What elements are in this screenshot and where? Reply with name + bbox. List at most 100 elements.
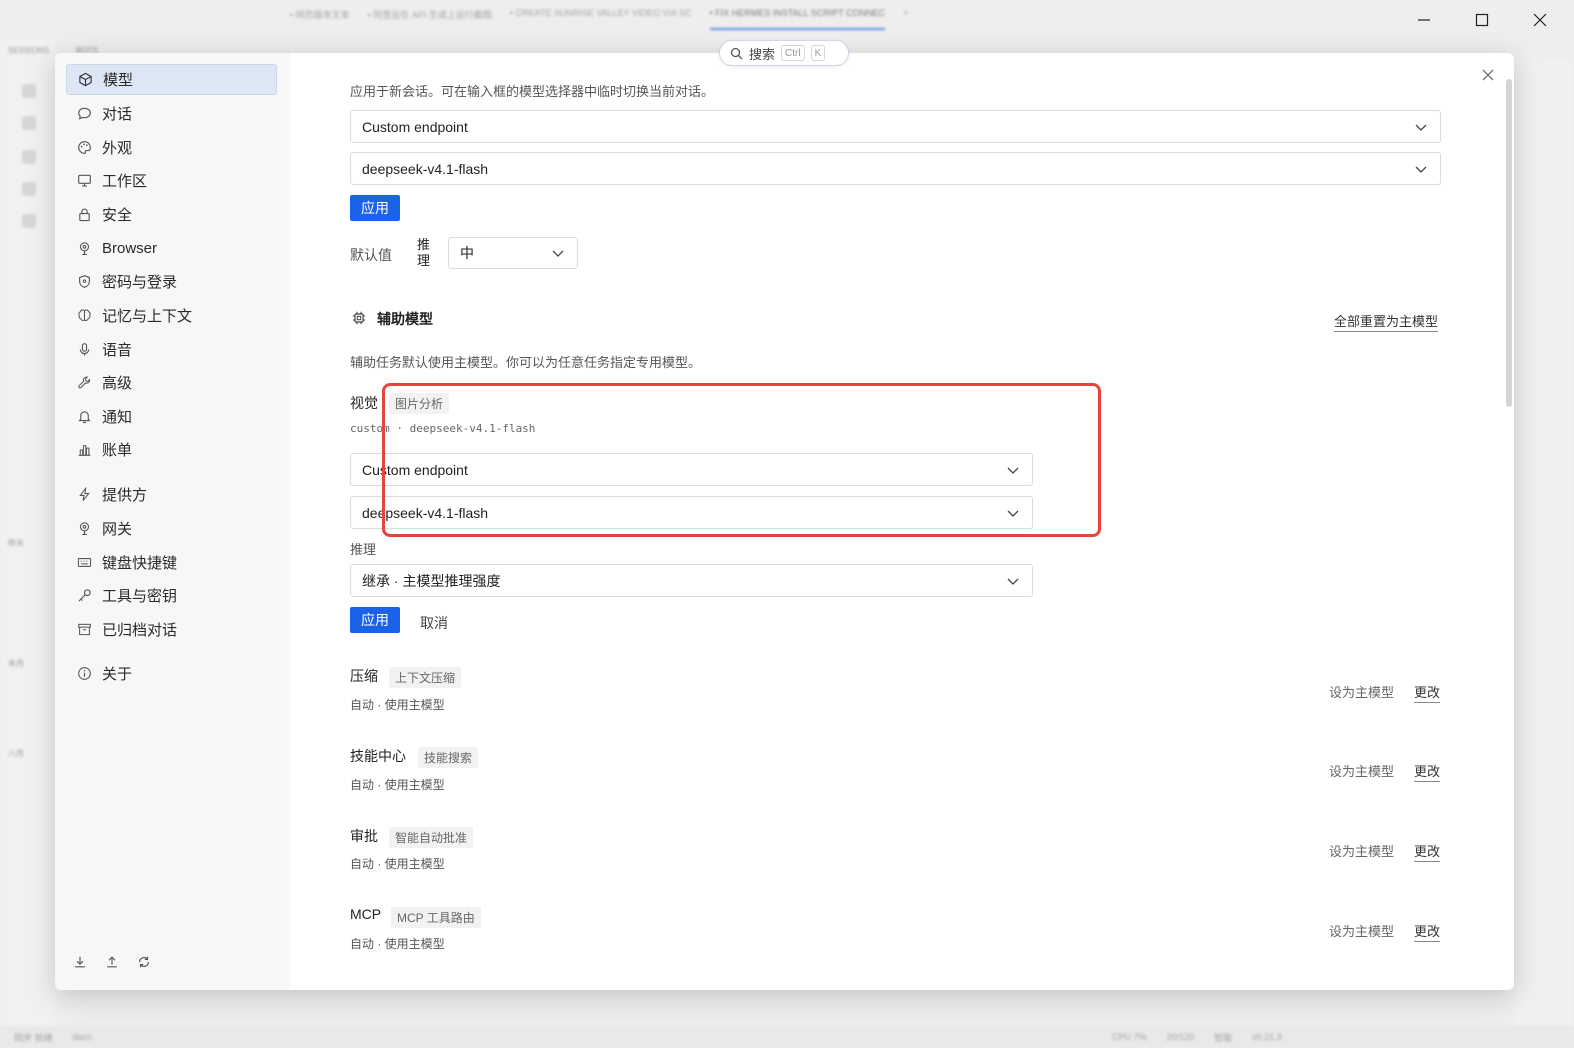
nav-item-tools-keys[interactable]: 工具与密钥: [66, 580, 277, 611]
set-main-model-button[interactable]: 设为主模型: [1329, 921, 1394, 940]
select-value: 中: [460, 245, 474, 261]
task-tag: MCP 工具路由: [391, 907, 481, 928]
set-main-model-button[interactable]: 设为主模型: [1329, 761, 1394, 780]
nav-item-advanced[interactable]: 高级: [66, 367, 277, 398]
bg-status: 20/120: [1166, 1032, 1195, 1042]
microphone-icon: [76, 342, 92, 358]
upload-icon[interactable]: [104, 954, 120, 970]
vision-cancel-button[interactable]: 取消: [420, 613, 448, 633]
nav-item-notifications[interactable]: 通知: [66, 401, 277, 432]
task-title-compression: 压缩: [350, 668, 378, 684]
search-bar[interactable]: 搜索 Ctrl K: [719, 40, 849, 66]
task-title-mcp: MCP: [350, 906, 382, 922]
apply-button[interactable]: 应用: [350, 195, 400, 221]
nav-item-model[interactable]: 模型: [66, 64, 277, 95]
nav-item-about[interactable]: 关于: [66, 658, 277, 689]
nav-item-password-login[interactable]: 密码与登录: [66, 266, 277, 297]
task-status: 自动 · 使用主模型: [350, 698, 445, 712]
task-status: 自动 · 使用主模型: [350, 937, 445, 951]
nav-item-label: 工具与密钥: [102, 588, 178, 605]
nav-item-label: 对话: [102, 106, 133, 123]
bg-tab-active[interactable]: • FIX HERMES INSTALL SCRIPT CONNEC: [709, 8, 886, 30]
bg-status: 智能: [1214, 1032, 1233, 1043]
bg-status: v0.21.3: [1252, 1032, 1282, 1042]
nav-item-keyboard-shortcuts[interactable]: 键盘快捷键: [66, 547, 277, 578]
change-button[interactable]: 更改: [1414, 682, 1441, 703]
reset-all-button[interactable]: 全部重置为主模型: [1334, 311, 1439, 332]
main-model-intro: 应用于新会话。可在输入框的模型选择器中临时切换当前对话。: [350, 84, 715, 99]
bg-status: dacn: [72, 1032, 93, 1042]
window-controls: [1412, 8, 1552, 32]
nav-item-gateway[interactable]: 网关: [66, 513, 277, 544]
cube-icon: [77, 72, 93, 88]
keyboard-icon: [76, 555, 92, 571]
nav-item-label: 密码与登录: [102, 274, 178, 291]
settings-nav: 模型 对话 外观 工作区 安全 Browser 密码与登录 记忆与上下文 语音 …: [55, 53, 290, 990]
refresh-icon[interactable]: [136, 954, 152, 970]
set-main-model-button[interactable]: 设为主模型: [1329, 682, 1394, 701]
bg-new-tab[interactable]: +: [903, 8, 908, 30]
change-button[interactable]: 更改: [1414, 761, 1441, 782]
nav-item-security[interactable]: 安全: [66, 199, 277, 230]
reasoning-select[interactable]: 中: [448, 237, 578, 269]
info-icon: [76, 666, 92, 682]
nav-item-label: 语音: [102, 342, 133, 359]
nav-item-voice[interactable]: 语音: [66, 334, 277, 365]
main-model-select[interactable]: deepseek-v4.1-flash: [350, 152, 1441, 185]
window-close-icon[interactable]: [1528, 8, 1552, 32]
settings-content: 应用于新会话。可在输入框的模型选择器中临时切换当前对话。 Custom endp…: [290, 53, 1514, 990]
settings-modal: 模型 对话 外观 工作区 安全 Browser 密码与登录 记忆与上下文 语音 …: [55, 53, 1514, 990]
task-title-skills: 技能中心: [350, 748, 406, 764]
download-icon[interactable]: [72, 954, 88, 970]
change-button[interactable]: 更改: [1414, 841, 1441, 862]
task-tag: 智能自动批准: [389, 827, 474, 848]
vision-reasoning-select[interactable]: 继承 · 主模型推理强度: [350, 564, 1033, 597]
palette-icon: [76, 140, 92, 156]
shortcut-key-ctrl: Ctrl: [781, 45, 805, 61]
nav-item-label: 外观: [102, 140, 133, 157]
set-main-model-button[interactable]: 设为主模型: [1329, 841, 1394, 860]
bar-chart-icon: [76, 442, 92, 458]
select-value: 继承 · 主模型推理强度: [362, 572, 501, 589]
task-title-approval: 审批: [350, 828, 378, 844]
nav-item-label: 安全: [102, 207, 133, 224]
vision-apply-button[interactable]: 应用: [350, 607, 400, 633]
bg-tab[interactable]: • 阿里云在 API 生成上运行截图: [368, 8, 492, 30]
nav-item-archived-chats[interactable]: 已归档对话: [66, 614, 277, 645]
maximize-icon[interactable]: [1470, 8, 1494, 32]
lightning-icon: [76, 487, 92, 503]
nav-item-providers[interactable]: 提供方: [66, 479, 277, 510]
globe-pin-icon: [76, 241, 92, 257]
search-label: 搜索: [749, 46, 776, 62]
nav-item-label: 已归档对话: [102, 622, 178, 639]
bg-tab[interactable]: • 网页版本文本: [290, 8, 350, 30]
scrollbar[interactable]: [1506, 79, 1512, 407]
main-provider-select[interactable]: Custom endpoint: [350, 110, 1441, 143]
nav-item-billing[interactable]: 账单: [66, 434, 277, 465]
minimize-icon[interactable]: [1412, 8, 1436, 32]
aux-models-title: 辅助模型: [377, 311, 433, 327]
nav-item-appearance[interactable]: 外观: [66, 132, 277, 163]
bg-tab[interactable]: • CREATE SUNRISE VALLEY VIDEO VIA SC: [510, 8, 692, 30]
brain-icon: [76, 308, 92, 324]
chip-icon: [351, 310, 367, 326]
nav-item-label: 工作区: [102, 173, 148, 190]
nav-item-chat[interactable]: 对话: [66, 98, 277, 129]
nav-item-browser[interactable]: Browser: [66, 233, 277, 264]
bg-label: 本月: [8, 659, 24, 668]
gateway-icon: [76, 521, 92, 537]
close-icon[interactable]: [1480, 67, 1496, 83]
archive-icon: [76, 622, 92, 638]
change-button[interactable]: 更改: [1414, 921, 1441, 942]
bg-status: CPU 7%: [1112, 1032, 1147, 1042]
task-status: 自动 · 使用主模型: [350, 857, 445, 871]
nav-item-label: Browser: [102, 240, 158, 257]
select-value: deepseek-v4.1-flash: [362, 160, 489, 177]
nav-item-workspace[interactable]: 工作区: [66, 165, 277, 196]
nav-item-label: 键盘快捷键: [102, 555, 178, 572]
nav-item-memory-context[interactable]: 记忆与上下文: [66, 300, 277, 331]
bell-icon: [76, 409, 92, 425]
shield-icon: [76, 274, 92, 290]
chevron-down-icon: [1007, 578, 1019, 585]
background-sidebar: SESSIONS BOTS 昨天 本月 八月: [0, 40, 98, 1028]
